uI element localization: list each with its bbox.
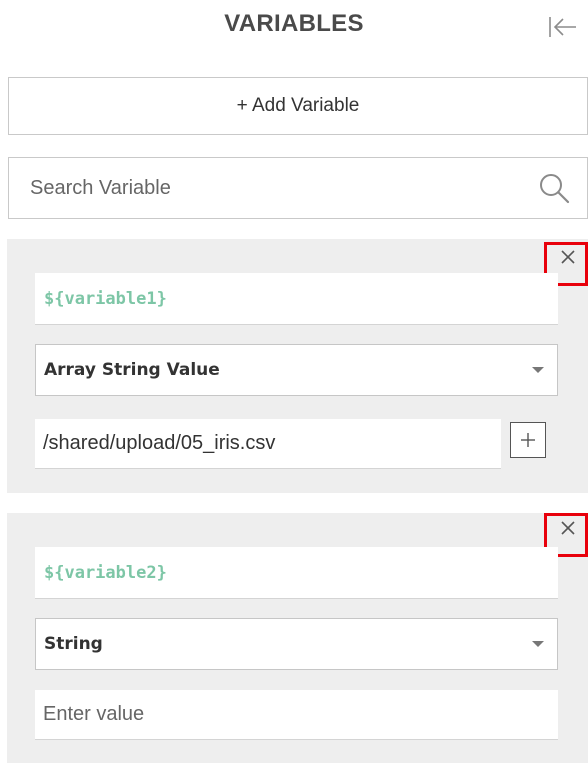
variable-name-field[interactable]: ${variable1} <box>35 273 558 325</box>
panel-header: VARIABLES <box>0 0 588 56</box>
variable-type-select[interactable]: String <box>35 618 558 670</box>
collapse-left-icon[interactable] <box>548 14 578 40</box>
variable-type-select[interactable]: Array String Value <box>35 344 558 396</box>
search-box <box>8 157 588 219</box>
variable-value-input[interactable] <box>35 419 501 469</box>
add-value-button[interactable] <box>510 422 546 458</box>
close-icon <box>561 521 575 535</box>
page-title: VARIABLES <box>224 10 364 37</box>
variable-card: ${variable2} String <box>7 513 588 763</box>
chevron-down-icon <box>532 367 544 373</box>
variable-value-input[interactable] <box>35 690 558 740</box>
search-input[interactable] <box>9 158 529 218</box>
variable-type-label: Array String Value <box>44 360 220 380</box>
search-icon[interactable] <box>538 172 570 204</box>
plus-icon <box>521 433 535 447</box>
variable-name-field[interactable]: ${variable2} <box>35 547 558 599</box>
variable-card: ${variable1} Array String Value <box>7 239 588 493</box>
close-icon <box>561 250 575 264</box>
variables-panel: VARIABLES + Add Variable ${variable1 <box>0 0 588 763</box>
add-variable-button[interactable]: + Add Variable <box>8 77 588 135</box>
variable-type-label: String <box>44 634 103 654</box>
chevron-down-icon <box>532 641 544 647</box>
